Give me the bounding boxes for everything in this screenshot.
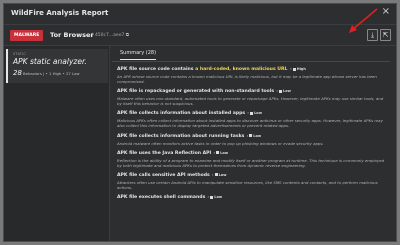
severity-badge: › Low: [245, 133, 262, 138]
behavior-title: APK file uses the Java Reflection API › …: [117, 150, 389, 157]
behavior-title: APK file is repackaged or generated with…: [117, 88, 389, 95]
analyzer-name: APK static analyzer.: [13, 57, 87, 66]
behavior-title: APK file calls sensitive API methods › L…: [117, 172, 389, 179]
behavior-description: Malware often uses non-standard, automat…: [117, 96, 384, 107]
severity-icon: [279, 89, 283, 93]
severity-badge: › Low: [212, 150, 229, 155]
behavior-title-text: APK file calls sensitive API methods: [117, 172, 210, 178]
behavior-description: An APK whose source code contains a know…: [117, 74, 377, 85]
severity-icon: [210, 195, 214, 199]
tab-summary[interactable]: Summary (28): [120, 50, 157, 60]
severity-icon: [249, 134, 253, 138]
behavior-count: 28: [13, 69, 22, 77]
behavior-title-text: APK file uses the Java Reflection API: [117, 150, 212, 156]
tab-bar: Summary (28): [112, 47, 390, 62]
download-icon[interactable]: ⤓: [367, 29, 378, 41]
behavior-item[interactable]: APK file source code contains a hard-cod…: [117, 66, 389, 84]
behavior-description: Reflection is the ability of a program t…: [117, 157, 385, 168]
severity-badge: › Low: [275, 89, 291, 94]
severity-label: Low: [253, 133, 262, 138]
severity-badge: › Low: [246, 111, 262, 116]
severity-badge: › High: [290, 67, 306, 71]
behavior-item[interactable]: APK file calls sensitive API methods › L…: [117, 172, 389, 190]
behavior-list: APK file source code contains a hard-cod…: [117, 66, 389, 205]
malicious-url-link[interactable]: a hard-coded, known malicious URL: [195, 67, 287, 72]
sidebar: STATIC APK static analyzer. 28 Behaviors…: [4, 46, 110, 241]
behavior-description: Malicious APKs often collect information…: [117, 118, 383, 129]
copy-icon[interactable]: ⧉: [126, 33, 129, 38]
severity-icon: [214, 173, 218, 177]
behavior-title-text: APK file collects information about inst…: [117, 111, 246, 117]
behavior-title-text: APK file source code contains: [117, 67, 196, 72]
severity-label: Low: [254, 111, 262, 116]
behavior-item[interactable]: APK file executes shell commands › Low: [117, 194, 389, 201]
severity-icon: [250, 111, 254, 115]
report-header: MALWARE Tor Browser | 450c7...aee7 ⧉ ⤓ ⇱: [4, 24, 396, 46]
title-bar: WildFire Analysis Report ×: [4, 4, 396, 24]
behavior-title-text: APK file collects information about runn…: [117, 133, 245, 139]
severity-label: Low: [220, 150, 229, 155]
close-icon[interactable]: ×: [382, 7, 390, 17]
app-name: Tor Browser: [50, 31, 94, 39]
behavior-breakdown: Behaviors | • 1 High • 27 Low: [23, 71, 80, 76]
modal-title: WildFire Analysis Report: [11, 9, 109, 17]
severity-label: Low: [214, 195, 223, 200]
behavior-title: APK file source code contains a hard-cod…: [117, 66, 389, 73]
analyzer-card[interactable]: STATIC APK static analyzer. 28 Behaviors…: [6, 49, 108, 83]
behavior-title-text: APK file is repackaged or generated with…: [117, 89, 275, 95]
severity-label: Low: [218, 172, 227, 177]
behavior-item[interactable]: APK file is repackaged or generated with…: [117, 88, 389, 106]
behavior-item[interactable]: APK file collects information about inst…: [117, 110, 389, 128]
behavior-title: APK file collects information about inst…: [117, 110, 389, 117]
severity-badge: › Low: [210, 172, 227, 177]
sha-hash: | 450c7...aee7 ⧉: [92, 32, 129, 38]
behavior-title: APK file collects information about runn…: [117, 133, 389, 140]
behavior-item[interactable]: APK file uses the Java Reflection API › …: [117, 150, 389, 168]
behavior-description: Attackers often use certain Android APIs…: [117, 179, 378, 190]
severity-label: Low: [283, 89, 291, 94]
verdict-badge: MALWARE: [10, 30, 44, 41]
behavior-item[interactable]: APK file collects information about runn…: [117, 133, 389, 146]
behavior-title: APK file executes shell commands › Low: [117, 194, 389, 201]
severity-badge: › Low: [206, 195, 223, 200]
sha-text: | 450c7...aee7: [92, 33, 125, 38]
severity-icon: [292, 67, 296, 71]
behavior-description: Android malware often monitors active ta…: [117, 140, 324, 146]
export-icon[interactable]: ⇱: [380, 29, 391, 41]
severity-icon: [216, 151, 220, 155]
section-label: STATIC: [13, 52, 27, 56]
severity-label: High: [296, 67, 306, 71]
behavior-title-text: APK file executes shell commands: [117, 195, 206, 201]
